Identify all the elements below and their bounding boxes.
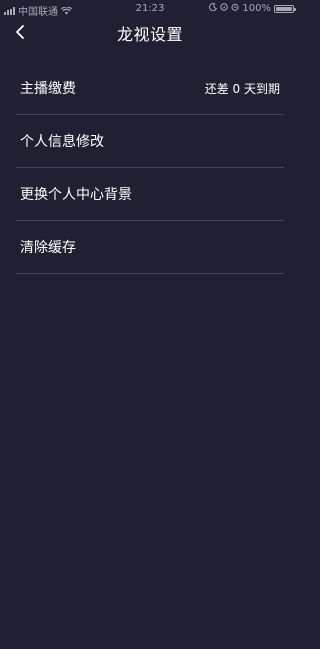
menu-item-edit-profile[interactable]: 个人信息修改 xyxy=(16,115,284,168)
expiry-status: 还差 0 天到期 xyxy=(204,81,280,96)
moon-icon xyxy=(209,3,218,14)
menu-item-anchor-fee[interactable]: 主播缴费 还差 0 天到期 xyxy=(16,62,284,115)
menu-item-label: 更换个人中心背景 xyxy=(20,187,132,203)
nav-bar: 龙视设置 xyxy=(0,18,300,46)
battery-fill xyxy=(276,6,292,11)
location-icon xyxy=(220,3,229,14)
page-title: 龙视设置 xyxy=(116,25,183,44)
menu-item-label: 个人信息修改 xyxy=(20,134,104,150)
menu-item-clear-cache[interactable]: 清除缓存 xyxy=(16,221,284,274)
menu-item-label: 主播缴费 xyxy=(20,81,76,97)
settings-menu: 主播缴费 还差 0 天到期 个人信息修改 更换个人中心背景 清除缓存 xyxy=(16,62,284,274)
battery-text: 100% xyxy=(242,3,271,14)
alarm-icon xyxy=(231,3,239,14)
battery-icon xyxy=(274,4,296,13)
menu-item-label: 清除缓存 xyxy=(20,240,76,256)
status-bar: 中国联通 21:23 100% xyxy=(0,0,300,18)
status-right: 100% xyxy=(209,3,296,14)
menu-item-change-background[interactable]: 更换个人中心背景 xyxy=(16,168,284,221)
